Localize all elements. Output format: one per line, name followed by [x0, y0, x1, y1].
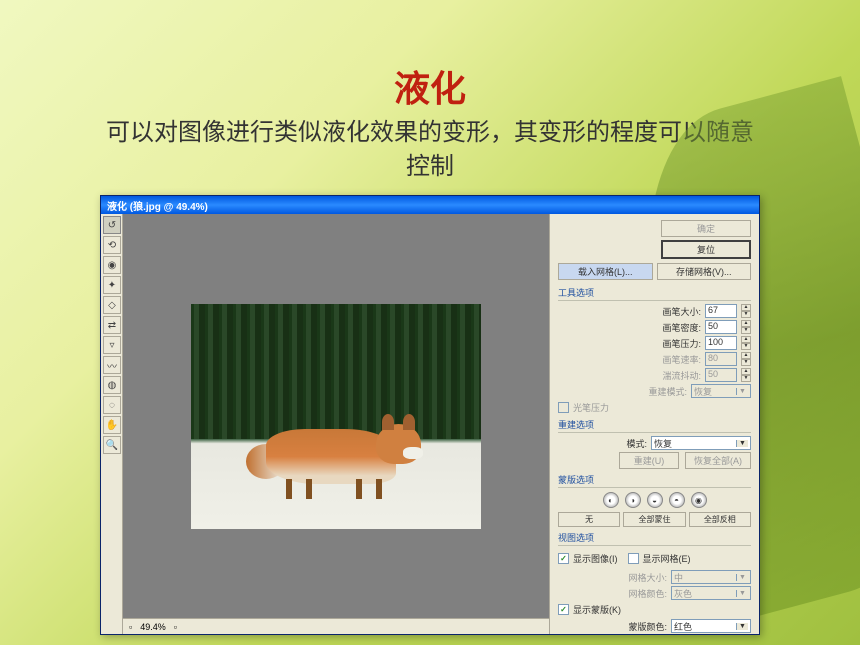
- fox-leg: [376, 479, 382, 499]
- forward-warp-tool[interactable]: ↺: [103, 216, 121, 234]
- mask-invert-icon[interactable]: ◉: [691, 492, 707, 508]
- show-image-checkbox[interactable]: ✓: [558, 553, 569, 564]
- mask-none-button[interactable]: 无: [558, 512, 620, 527]
- zoom-level: 49.4%: [140, 622, 166, 632]
- brush-rate-spinner: ▲▼: [741, 352, 751, 366]
- invert-all-button[interactable]: 全部反相: [689, 512, 751, 527]
- mask-color-label: 蒙版颜色:: [628, 620, 667, 633]
- pucker-tool[interactable]: ✦: [103, 276, 121, 294]
- dialog-body: ↺ ⟲ ◉ ✦ ◇ ⇄ ▿ 〰 ◍ ◌ ✋ 🔍: [101, 214, 759, 634]
- brush-density-input[interactable]: 50: [705, 320, 737, 334]
- zoom-tool[interactable]: 🔍: [103, 436, 121, 454]
- mesh-color-dropdown: 灰色▼: [671, 586, 751, 600]
- fox-leg: [306, 479, 312, 499]
- reconstruct-tool[interactable]: ⟲: [103, 236, 121, 254]
- push-left-tool[interactable]: ⇄: [103, 316, 121, 334]
- fox-ear: [403, 414, 415, 430]
- brush-density-label: 画笔密度:: [662, 321, 701, 334]
- turbulent-jitter-spinner: ▲▼: [741, 368, 751, 382]
- ok-button[interactable]: 确定: [661, 220, 751, 237]
- reset-button[interactable]: 复位: [661, 240, 751, 259]
- brush-pressure-label: 画笔压力:: [662, 337, 701, 350]
- view-options-header: 视图选项: [558, 531, 751, 546]
- reconstruct-mode-dropdown: 恢复▼: [691, 384, 751, 398]
- load-mesh-button[interactable]: 载入网格(L)...: [558, 263, 653, 280]
- reconstruct-mode-select[interactable]: 恢复▼: [651, 436, 751, 450]
- show-mask-label: 显示蒙版(K): [573, 603, 621, 616]
- bloat-tool[interactable]: ◇: [103, 296, 121, 314]
- mask-options-header: 蒙版选项: [558, 473, 751, 488]
- brush-rate-label: 画笔速率:: [662, 353, 701, 366]
- mask-add-icon[interactable]: ◑: [625, 492, 641, 508]
- mesh-color-label: 网格颜色:: [628, 587, 667, 600]
- stylus-pressure-label: 光笔压力: [573, 401, 609, 414]
- thaw-mask-tool[interactable]: ◌: [103, 396, 121, 414]
- mask-intersect-icon[interactable]: ◓: [669, 492, 685, 508]
- options-panel: 确定 复位 载入网格(L)... 存储网格(V)... 工具选项 画笔大小: 6…: [549, 214, 759, 634]
- reconstruct-button[interactable]: 重建(U): [619, 452, 679, 469]
- show-mesh-label: 显示网格(E): [643, 552, 691, 565]
- image-fox: [246, 399, 426, 499]
- save-mesh-button[interactable]: 存储网格(V)...: [657, 263, 752, 280]
- slide-title: 液化: [0, 0, 860, 112]
- mesh-size-label: 网格大小:: [628, 571, 667, 584]
- canvas-area: ▫ 49.4% ▫: [123, 214, 549, 634]
- twirl-cw-tool[interactable]: ◉: [103, 256, 121, 274]
- mode-label: 模式:: [626, 437, 647, 450]
- brush-size-spinner[interactable]: ▲▼: [741, 304, 751, 318]
- zoom-in-icon[interactable]: ▫: [174, 622, 177, 632]
- image-preview: [191, 304, 481, 529]
- canvas-status-bar: ▫ 49.4% ▫: [123, 618, 549, 634]
- mask-subtract-icon[interactable]: ◒: [647, 492, 663, 508]
- liquify-toolbar: ↺ ⟲ ◉ ✦ ◇ ⇄ ▿ 〰 ◍ ◌ ✋ 🔍: [101, 214, 123, 634]
- show-mask-checkbox[interactable]: ✓: [558, 604, 569, 615]
- zoom-out-icon[interactable]: ▫: [129, 622, 132, 632]
- fox-head: [376, 424, 421, 464]
- stylus-pressure-checkbox: [558, 402, 569, 413]
- brush-pressure-input[interactable]: 100: [705, 336, 737, 350]
- dialog-title: 液化 (狼.jpg @ 49.4%): [107, 198, 208, 213]
- brush-size-input[interactable]: 67: [705, 304, 737, 318]
- show-image-label: 显示图像(I): [573, 552, 618, 565]
- brush-rate-input: 80: [705, 352, 737, 366]
- turbulent-jitter-label: 湍流抖动:: [662, 369, 701, 382]
- fox-leg: [356, 479, 362, 499]
- mask-all-button[interactable]: 全部蒙住: [623, 512, 685, 527]
- tool-options-header: 工具选项: [558, 286, 751, 301]
- turbulent-jitter-input: 50: [705, 368, 737, 382]
- mask-replace-icon[interactable]: ◐: [603, 492, 619, 508]
- restore-all-button[interactable]: 恢复全部(A): [685, 452, 751, 469]
- fox-ear: [382, 414, 394, 430]
- mask-color-dropdown[interactable]: 红色▼: [671, 619, 751, 633]
- brush-density-spinner[interactable]: ▲▼: [741, 320, 751, 334]
- fox-muzzle: [403, 447, 423, 459]
- mirror-tool[interactable]: ▿: [103, 336, 121, 354]
- fox-leg: [286, 479, 292, 499]
- reconstruct-mode-label: 重建模式:: [648, 385, 687, 398]
- hand-tool[interactable]: ✋: [103, 416, 121, 434]
- liquify-dialog: 液化 (狼.jpg @ 49.4%) ↺ ⟲ ◉ ✦ ◇ ⇄ ▿ 〰 ◍ ◌ ✋…: [100, 195, 760, 635]
- canvas-viewport[interactable]: [123, 214, 549, 618]
- dialog-titlebar[interactable]: 液化 (狼.jpg @ 49.4%): [101, 196, 759, 214]
- brush-pressure-spinner[interactable]: ▲▼: [741, 336, 751, 350]
- mesh-size-dropdown: 中▼: [671, 570, 751, 584]
- freeze-mask-tool[interactable]: ◍: [103, 376, 121, 394]
- brush-size-label: 画笔大小:: [662, 305, 701, 318]
- turbulence-tool[interactable]: 〰: [103, 356, 121, 374]
- show-mesh-checkbox[interactable]: [628, 553, 639, 564]
- reconstruct-options-header: 重建选项: [558, 418, 751, 433]
